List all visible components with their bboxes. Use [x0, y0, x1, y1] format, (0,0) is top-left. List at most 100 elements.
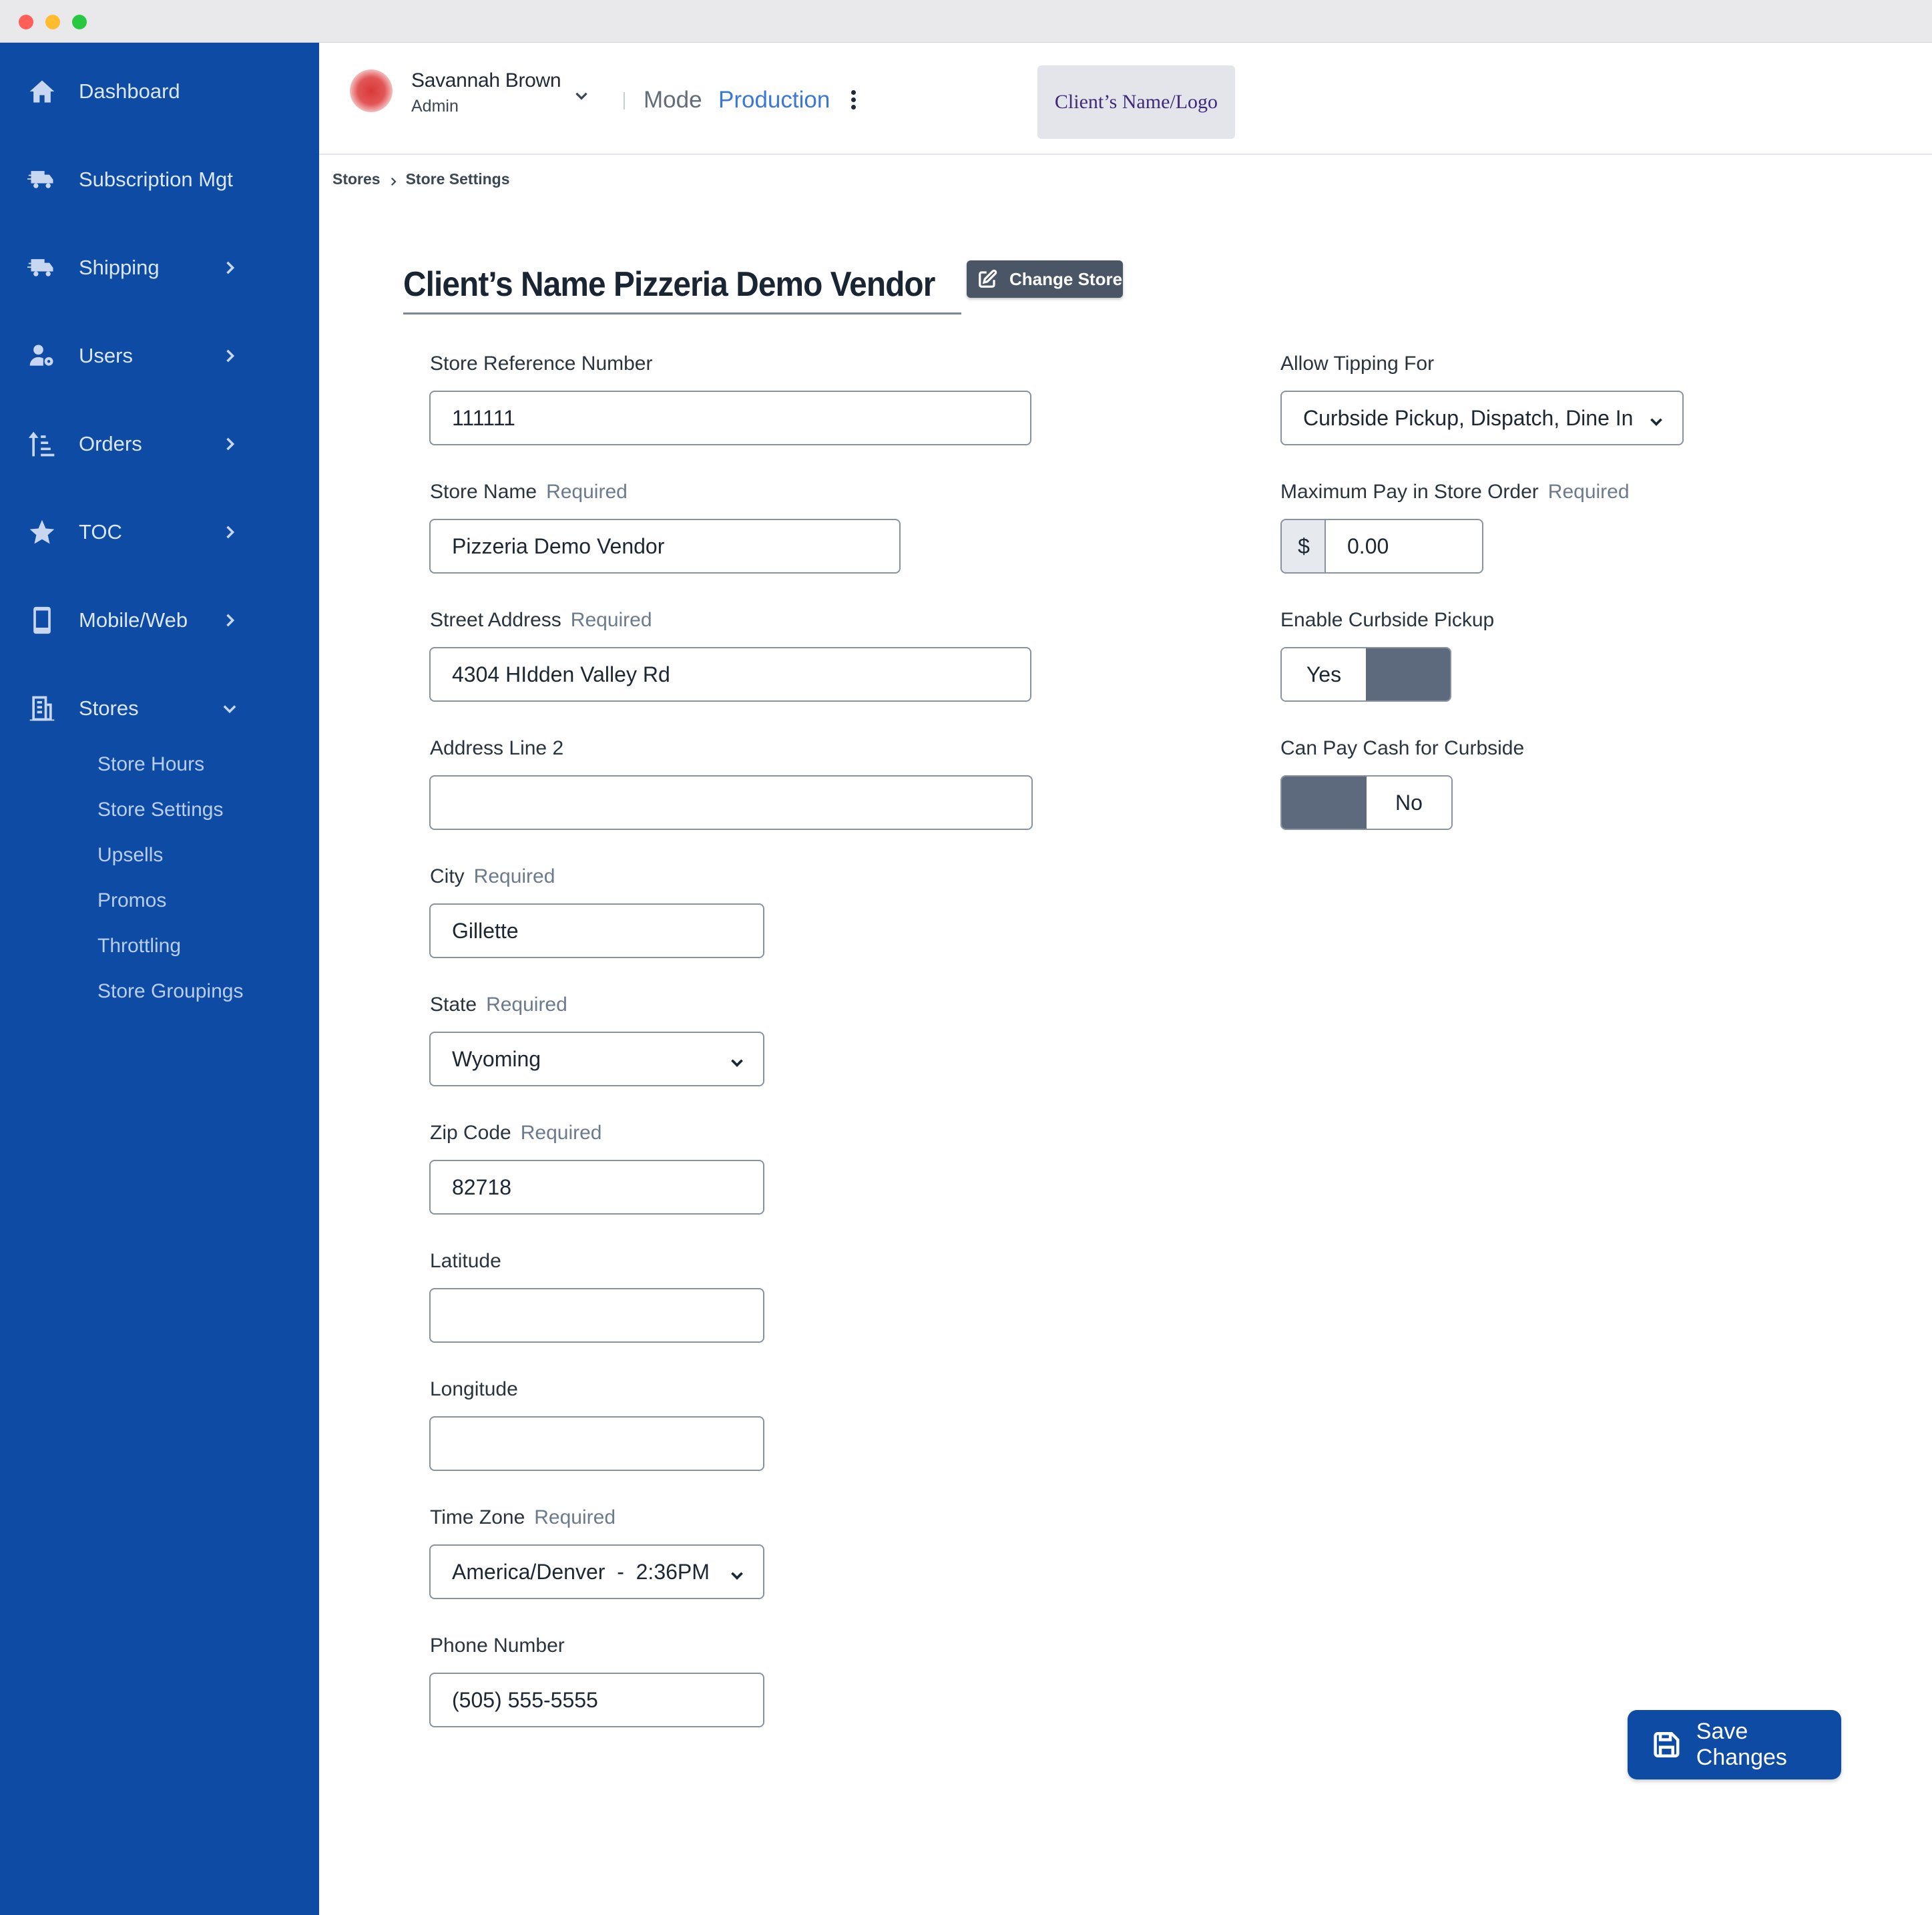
save-changes-button[interactable]: Save Changes — [1628, 1710, 1841, 1779]
more-options-kebab-icon[interactable] — [847, 88, 860, 115]
sidebar-item-label: Mobile/Web — [79, 608, 188, 632]
city-field[interactable]: Gillette — [429, 903, 764, 958]
top-header: Savannah Brown Admin Mode Production Cli… — [319, 43, 1932, 155]
required-indicator: Required — [534, 1506, 616, 1528]
time-zone-select-value: America/Denver - 2:36PM — [452, 1559, 710, 1584]
sidebar-item-label: Users — [79, 344, 133, 367]
sidebar-item-subscription-mgt[interactable]: Subscription Mgt — [0, 153, 319, 206]
user-gear-icon — [27, 341, 57, 371]
star-icon — [27, 517, 57, 548]
chevron-right-icon — [387, 174, 399, 186]
street-address-field[interactable]: 4304 HIdden Valley Rd — [429, 647, 1031, 702]
title-underline — [403, 312, 961, 314]
mode-value-link[interactable]: Production — [718, 87, 830, 114]
allow-tipping-for-label: Allow Tipping For — [1280, 353, 1435, 375]
street-address-label: Street Address Required — [430, 609, 652, 631]
currency-addon: $ — [1280, 519, 1326, 574]
latitude-label: Latitude — [430, 1250, 501, 1272]
header-divider — [624, 92, 625, 110]
required-indicator: Required — [570, 609, 652, 631]
sidebar-subitem-store-settings[interactable]: Store Settings — [97, 799, 223, 821]
sidebar-item-label: Dashboard — [79, 79, 180, 103]
phone-number-field[interactable]: (505) 555-5555 — [429, 1673, 764, 1727]
allow-tipping-for-select[interactable]: Curbside Pickup, Dispatch, Dine In — [1280, 391, 1684, 445]
save-changes-label: Save Changes — [1696, 1719, 1787, 1770]
avatar[interactable] — [350, 69, 393, 112]
store-reference-number-label: Store Reference Number — [430, 353, 653, 375]
longitude-field[interactable] — [429, 1416, 764, 1471]
client-logo: Client’s Name/Logo — [1037, 65, 1235, 139]
enable-curbside-pickup-toggle[interactable]: Yes — [1280, 647, 1451, 702]
sidebar-item-mobile-web[interactable]: Mobile/Web — [0, 594, 319, 647]
breadcrumb: Stores Store Settings — [332, 170, 510, 188]
window-close-button[interactable] — [19, 15, 33, 29]
enable-curbside-pickup-label: Enable Curbside Pickup — [1280, 609, 1495, 631]
chevron-right-icon — [220, 611, 239, 630]
sidebar-item-stores[interactable]: Stores — [0, 682, 319, 735]
required-indicator: Required — [1547, 481, 1630, 503]
sidebar-item-label: Orders — [79, 432, 142, 455]
sidebar-item-orders[interactable]: Orders — [0, 417, 319, 471]
edit-icon — [979, 269, 997, 288]
store-name-field[interactable]: Pizzeria Demo Vendor — [429, 519, 901, 574]
chevron-down-icon — [728, 1564, 746, 1582]
required-indicator: Required — [486, 994, 567, 1016]
toggle-knob — [1282, 777, 1367, 829]
can-pay-cash-curbside-toggle[interactable]: No — [1280, 775, 1453, 830]
zip-code-field[interactable]: 82718 — [429, 1160, 764, 1215]
sidebar-subitem-store-hours[interactable]: Store Hours — [97, 753, 204, 776]
breadcrumb-stores[interactable]: Stores — [332, 170, 381, 188]
max-pay-in-store-field[interactable]: 0.00 — [1324, 519, 1483, 574]
sidebar: Dashboard Subscription Mgt Shipping User… — [0, 43, 319, 1915]
state-label: State Required — [430, 994, 567, 1016]
mobile-phone-icon — [27, 605, 57, 636]
longitude-label: Longitude — [430, 1378, 518, 1400]
max-pay-in-store-label: Maximum Pay in Store Order Required — [1280, 481, 1630, 503]
delivery-truck-icon — [27, 252, 57, 283]
chevron-right-icon — [220, 435, 239, 453]
user-name: Savannah Brown — [411, 69, 561, 91]
required-indicator: Required — [546, 481, 628, 503]
phone-number-label: Phone Number — [430, 1635, 565, 1657]
sidebar-subitem-throttling[interactable]: Throttling — [97, 935, 181, 957]
toggle-value: No — [1367, 777, 1451, 829]
sidebar-item-users[interactable]: Users — [0, 329, 319, 383]
user-role: Admin — [411, 97, 459, 116]
breadcrumb-store-settings: Store Settings — [405, 170, 510, 188]
sidebar-subitem-promos[interactable]: Promos — [97, 889, 166, 912]
address-line-2-field[interactable] — [429, 775, 1033, 830]
sidebar-subitem-store-groupings[interactable]: Store Groupings — [97, 980, 243, 1003]
change-store-label: Change Store — [1009, 268, 1123, 289]
page-title: Client’s Name Pizzeria Demo Vendor — [403, 265, 935, 304]
home-icon — [27, 76, 57, 107]
sort-list-icon — [27, 429, 57, 459]
city-label: City Required — [430, 865, 555, 887]
chevron-down-icon — [728, 1052, 746, 1069]
sidebar-item-toc[interactable]: TOC — [0, 505, 319, 559]
window-titlebar — [0, 0, 1932, 43]
user-menu-chevron-down-icon[interactable] — [573, 87, 590, 104]
sidebar-item-shipping[interactable]: Shipping — [0, 241, 319, 294]
can-pay-cash-curbside-label: Can Pay Cash for Curbside — [1280, 737, 1525, 759]
window-minimize-button[interactable] — [45, 15, 60, 29]
window-maximize-button[interactable] — [72, 15, 87, 29]
chevron-down-icon — [220, 699, 239, 718]
required-indicator: Required — [520, 1122, 602, 1144]
store-name-label: Store Name Required — [430, 481, 628, 503]
store-reference-number-field[interactable]: 111111 — [429, 391, 1031, 445]
time-zone-select[interactable]: America/Denver - 2:36PM — [429, 1544, 764, 1599]
latitude-field[interactable] — [429, 1288, 764, 1343]
sidebar-item-label: Subscription Mgt — [79, 168, 233, 191]
sidebar-subitem-upsells[interactable]: Upsells — [97, 844, 163, 867]
change-store-button[interactable]: Change Store — [967, 260, 1123, 298]
save-floppy-icon — [1654, 1731, 1680, 1758]
delivery-truck-icon — [27, 164, 57, 195]
state-select-value: Wyoming — [452, 1046, 541, 1071]
toggle-value: Yes — [1282, 648, 1366, 700]
state-select[interactable]: Wyoming — [429, 1032, 764, 1086]
chevron-down-icon — [1648, 411, 1665, 428]
building-icon — [27, 693, 57, 724]
allow-tipping-for-value: Curbside Pickup, Dispatch, Dine In — [1303, 405, 1634, 430]
chevron-right-icon — [220, 347, 239, 365]
sidebar-item-dashboard[interactable]: Dashboard — [0, 65, 319, 118]
